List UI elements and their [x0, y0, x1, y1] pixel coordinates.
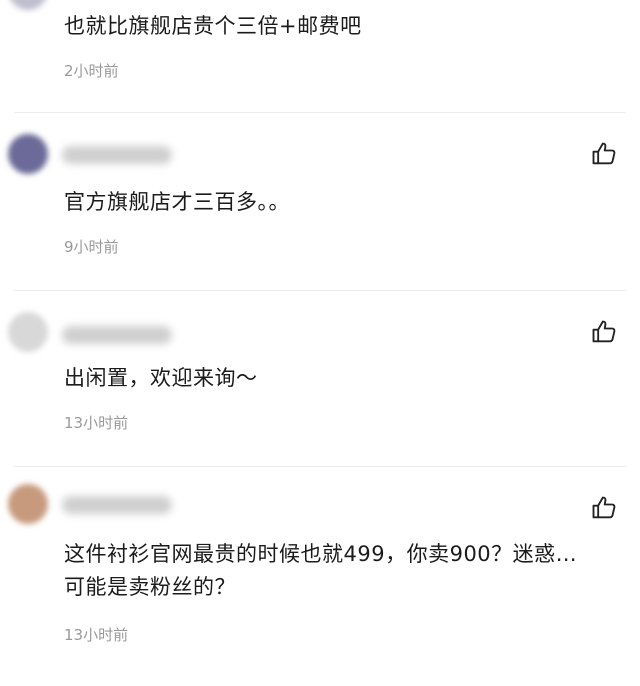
avatar[interactable]	[8, 134, 48, 174]
thumbs-up-icon	[592, 142, 616, 165]
comment-time: 13小时前	[64, 414, 129, 432]
comment-item: 官方旗舰店才三百多。。 9小时前	[0, 112, 640, 288]
comment-time: 2小时前	[64, 62, 119, 80]
comment-item: 这件衬衫官网最贵的时候也就499，你卖900？迷惑…可能是卖粉丝的？ 13小时前	[0, 466, 640, 686]
username[interactable]	[62, 326, 172, 344]
avatar[interactable]	[8, 484, 48, 524]
like-button[interactable]	[590, 140, 618, 168]
comment-list: 也就比旗舰店贵个三倍+邮费吧 2小时前 官方旗舰店才三百多。。 9小时前 出闲置…	[0, 0, 640, 686]
comment-time: 13小时前	[64, 626, 129, 644]
comment-item: 出闲置，欢迎来询～ 13小时前	[0, 290, 640, 464]
avatar[interactable]	[8, 0, 48, 10]
username[interactable]	[62, 146, 172, 164]
comment-time: 9小时前	[64, 238, 119, 256]
username[interactable]	[62, 496, 172, 514]
comment-text: 出闲置，欢迎来询～	[64, 366, 258, 390]
like-button[interactable]	[590, 494, 618, 522]
thumbs-up-icon	[592, 496, 616, 519]
like-button[interactable]	[590, 318, 618, 346]
comment-text: 也就比旗舰店贵个三倍+邮费吧	[64, 14, 362, 38]
comment-item: 也就比旗舰店贵个三倍+邮费吧 2小时前	[0, 0, 640, 96]
comment-text: 这件衬衫官网最贵的时候也就499，你卖900？迷惑…可能是卖粉丝的？	[64, 542, 578, 599]
avatar[interactable]	[8, 312, 48, 352]
comment-text: 官方旗舰店才三百多。。	[64, 190, 290, 214]
thumbs-up-icon	[592, 320, 616, 343]
